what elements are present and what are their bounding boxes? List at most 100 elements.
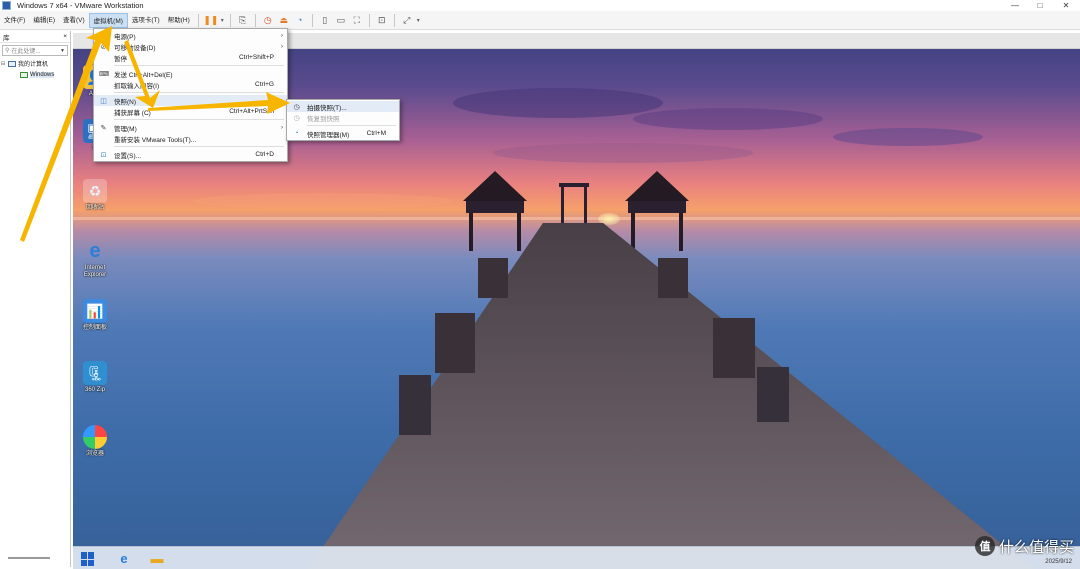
snapshot-icon: ◫ [100,97,107,105]
menu-item-shortcut: Ctrl+D [255,151,274,158]
collapse-icon[interactable]: ⊟ [0,61,6,67]
tree-item-my-computer[interactable]: ⊟ 我的计算机 [0,58,70,69]
chevron-right-icon: › [281,124,283,131]
maximize-button[interactable]: □ [1030,0,1050,11]
library-search-input[interactable]: ⚲ 在此处键... ▼ [2,45,68,56]
thumbnail-icon[interactable]: ▭ [333,13,349,28]
library-header: 库 × [0,31,70,43]
watermark-text: 什么值得买 [998,537,1074,556]
toolbar-separator [229,13,231,27]
revert-icon: ◷ [293,114,300,122]
menu-item-shortcut: Ctrl+G [255,81,274,88]
chevron-right-icon: › [281,43,283,50]
menu-item-pause[interactable]: 暂停 Ctrl+Shift+P [94,52,287,63]
tree-item-label: 我的计算机 [18,62,49,68]
desktop-icon-label: 回收站 [85,205,104,211]
menu-item-power[interactable]: ⏻ 电源(P) › [94,30,287,41]
menu-vm[interactable]: 虚拟机(M) [88,12,128,28]
chevron-right-icon: › [281,97,283,104]
control-panel-icon: 📊 [83,299,107,323]
horizontal-scrollbar[interactable] [8,557,50,559]
tray-date: 2025/9/12 [1045,559,1072,565]
search-icon: ⚲ [5,48,10,54]
desktop-icon-360-zip[interactable]: 🗜 360 Zip [75,361,115,394]
menu-item-label: 暂停 [114,55,127,63]
close-button[interactable]: ✕ [1056,0,1076,11]
menu-item-label: 捕获屏幕 (C) [114,109,151,117]
snapshot-icon[interactable]: ◷ [260,13,276,28]
internet-explorer-icon: e [89,239,101,262]
snapshot-manager-icon[interactable]: ◔ [292,13,308,28]
tree-item-label: Windows [30,71,55,78]
menu-item-manage[interactable]: ✎ 管理(M) › [94,122,287,133]
vmware-app-icon [2,1,11,10]
menu-separator [307,125,396,126]
menu-item-shortcut: Ctrl+Shift+P [238,54,274,61]
chevron-down-icon[interactable]: ▼ [60,48,65,54]
chevron-down-icon[interactable]: ▾ [415,13,422,28]
toolbar-separator [393,13,395,27]
menu-item-shortcut: Ctrl+Alt+PrtScn [229,108,274,115]
menu-item-shortcut: Ctrl+M [366,130,386,137]
file-explorer-icon[interactable]: ▬ [148,550,166,567]
menu-item-label: 设置(S)... [114,152,142,160]
menu-item-label: 抓取输入内容(I) [114,82,160,90]
menu-item-snapshot-manager[interactable]: ◔ 快照管理器(M) Ctrl+M [287,128,399,139]
toolbar-separator [368,13,370,27]
internet-explorer-icon[interactable]: e [115,550,133,567]
menu-tabs[interactable]: 选项卡(T) [128,13,164,28]
snapshot-manager-icon: ◔ [294,130,299,137]
menu-item-label: 可移动设备(D) [114,44,156,52]
show-library-icon[interactable]: ▯ [317,13,333,28]
toolbar-separator [311,13,313,27]
menu-item-label: 发送 Ctrl+Alt+Del(E) [114,71,173,79]
library-title: 库 [3,34,10,42]
library-close-button[interactable]: × [63,33,67,40]
removable-icon: ⊘ [100,43,107,51]
menu-item-send-ctrl-alt-del[interactable]: ⌨ 发送 Ctrl+Alt+Del(E) [94,68,287,79]
desktop-icon-recycle-bin[interactable]: ♻ 回收站 [75,179,115,212]
guest-taskbar: e ▬ 2025/9/12 [73,546,1080,569]
menu-edit[interactable]: 编辑(E) [29,13,59,28]
menu-item-take-snapshot[interactable]: ◷ 拍摄快照(T)... [287,101,399,112]
menu-item-reinstall-tools[interactable]: 重新安装 VMware Tools(T)... [94,133,287,144]
menu-help[interactable]: 帮助(H) [164,13,194,28]
fullscreen-icon[interactable]: ⛶ [349,13,365,28]
settings-icon: ⊡ [100,151,107,159]
menu-item-label: 恢复到快照 [307,115,340,123]
recycle-bin-icon: ♻ [83,179,107,203]
vm-running-icon [20,71,28,78]
toolbar-separator [197,13,199,27]
menu-separator [114,119,284,120]
menu-item-label: 电源(P) [114,33,136,41]
desktop-icon-browser[interactable]: 浏览器 [75,425,115,458]
menu-item-settings[interactable]: ⊡ 设置(S)... Ctrl+D [94,149,287,160]
keyboard-icon: ⌨ [99,70,110,78]
menu-item-label: 管理(M) [114,125,137,133]
watermark: 值 什么值得买 [974,536,1074,556]
stretch-icon[interactable]: ⤢ [399,13,415,28]
menu-item-snapshot[interactable]: ◫ 快照(N) › [94,95,287,106]
window-title: Windows 7 x64 - VMware Workstation [17,1,144,10]
power-icon: ⏻ [100,31,107,39]
menu-item-removable-devices[interactable]: ⊘ 可移动设备(D) › [94,41,287,52]
start-button[interactable] [81,552,95,566]
vm-menu: ⏻ 电源(P) › ⊘ 可移动设备(D) › 暂停 Ctrl+Shift+P ⌨… [93,28,288,162]
menu-item-capture-screen[interactable]: 捕获屏幕 (C) Ctrl+Alt+PrtScn [94,106,287,117]
menu-item-grab-input[interactable]: 抓取输入内容(I) Ctrl+G [94,79,287,90]
menu-view[interactable]: 查看(V) [59,13,89,28]
desktop-icon-internet-explorer[interactable]: e Internet Explorer [75,239,115,279]
menu-file[interactable]: 文件(F) [0,13,29,28]
revert-snapshot-icon[interactable]: ⏏ [276,13,292,28]
desktop-icon-control-panel[interactable]: 📊 控制面板 [75,299,115,332]
menu-item-label: 重新安装 VMware Tools(T)... [114,136,197,144]
console-icon[interactable]: ⊡ [374,13,390,28]
tree-item-windows-vm[interactable]: Windows [0,69,70,80]
watermark-logo: 值 [974,536,995,556]
minimize-button[interactable]: — [1005,0,1025,11]
send-ctrl-alt-del-icon[interactable]: ⎘ [235,13,251,28]
wrench-icon: ✎ [100,124,107,132]
toolbar-separator [254,13,256,27]
pause-icon[interactable]: ❚❚ [203,13,219,28]
chevron-down-icon[interactable]: ▾ [219,13,226,28]
